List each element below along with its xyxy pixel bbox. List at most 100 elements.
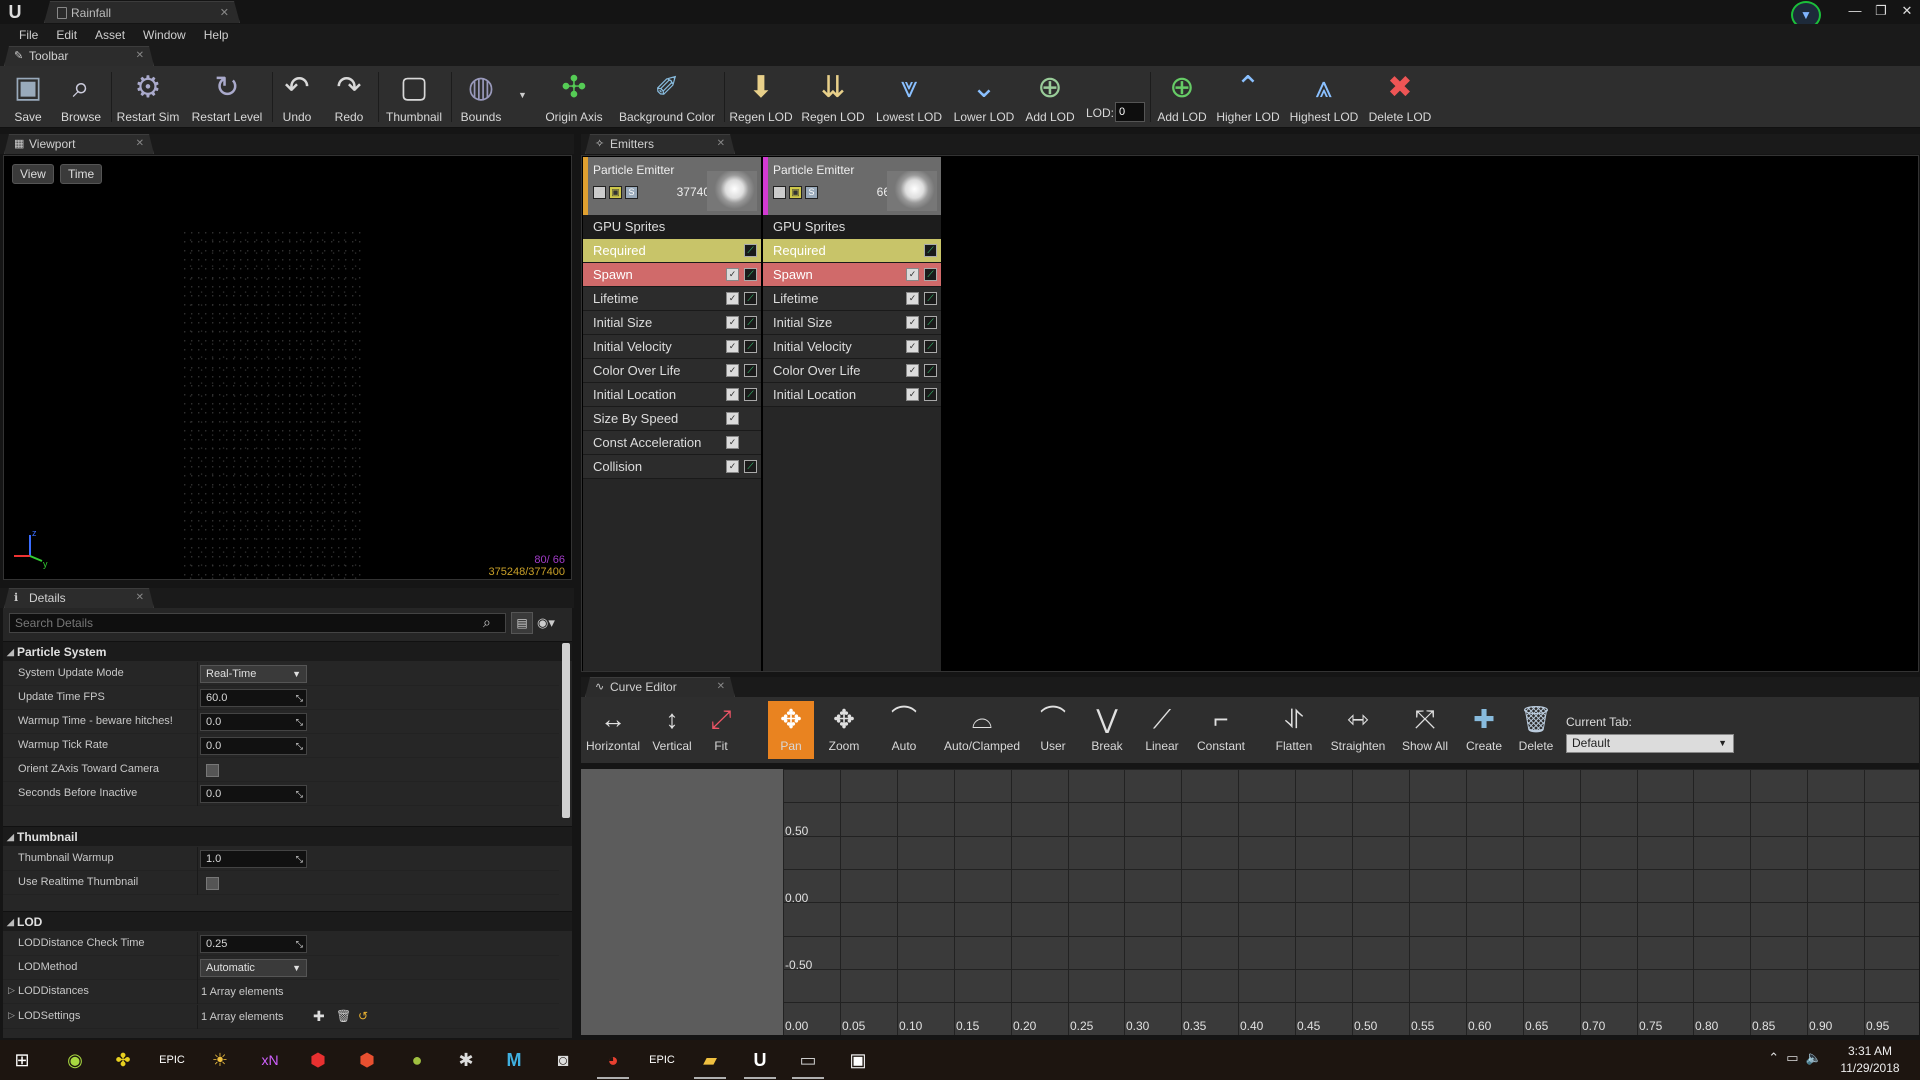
fit-button[interactable]: ⤢ Fit [701,701,741,759]
add-element-icon[interactable]: ✚ [313,1008,325,1025]
emitter-enable-checkbox[interactable]: ✓ [593,186,606,199]
view-options-eye-icon[interactable]: ◉▾ [537,612,569,634]
module-row[interactable]: Lifetime ✓ ⟋ [583,287,761,311]
delete-button[interactable]: 🗑 Delete [1513,701,1559,759]
module-enable-checkbox[interactable]: ✓ [726,436,739,449]
app-figure-icon[interactable]: ✱ [446,1045,486,1075]
emitter-enable-checkbox[interactable]: ✓ [773,186,786,199]
thumbnail-button[interactable]: ▢ Thumbnail [382,68,446,126]
module-enable-checkbox[interactable]: ✓ [726,460,739,473]
expand-arrow-icon[interactable]: ▷ [8,985,15,996]
module-enable-checkbox[interactable]: ✓ [726,268,739,281]
restart-level-button[interactable]: ↻ Restart Level [186,68,268,126]
epic-launcher-icon[interactable]: EPIC [152,1045,192,1075]
break-button[interactable]: ⋁ Break [1085,701,1129,759]
add-lod-button-1[interactable]: ⊕ Add LOD [1022,68,1078,126]
app-xn-icon[interactable]: xN [250,1045,290,1075]
module-curve-icon[interactable]: ⟋ [924,244,937,257]
module-row[interactable]: Initial Size ✓ ⟋ [763,311,941,335]
redo-button[interactable]: ↷ Redo [328,68,370,126]
module-enable-checkbox[interactable]: ✓ [906,316,919,329]
close-icon[interactable]: ✕ [136,589,144,607]
module-curve-icon[interactable]: ⟋ [924,316,937,329]
module-curve-icon[interactable]: ⟋ [924,340,937,353]
module-curve-icon[interactable]: ⟋ [924,388,937,401]
module-curve-icon[interactable]: ⟋ [744,460,757,473]
module-enable-checkbox[interactable]: ✓ [726,364,739,377]
trash-icon[interactable]: 🗑 [336,1009,351,1023]
close-icon[interactable]: ✕ [220,2,229,24]
module-curve-icon[interactable]: ⟋ [744,340,757,353]
module-row[interactable]: Initial Velocity ✓ ⟋ [763,335,941,359]
show-all-button[interactable]: ⤧ Show All [1397,701,1453,759]
menu-window[interactable]: Window [134,24,195,46]
app-window-icon[interactable]: ▭ [788,1045,828,1079]
horizontal-button[interactable]: ↔ Horizontal [583,701,643,759]
photos-icon[interactable]: ▣ [838,1045,878,1075]
emitter-header-1[interactable]: Particle Emitter ✓ ▣ S 37740 [583,157,761,215]
create-button[interactable]: ✚ Create [1461,701,1507,759]
module-row[interactable]: Required ⟋ [583,239,761,263]
category-thumbnail[interactable]: ◢ Thumbnail [3,826,572,846]
close-icon[interactable]: ✕ [717,678,725,696]
tab-curve-editor[interactable]: ∿ Curve Editor ✕ [585,677,735,697]
module-enable-checkbox[interactable]: ✓ [906,364,919,377]
lod-input[interactable]: 0 [1115,102,1145,122]
lower-lod-button[interactable]: ⌄ Lower LOD [950,68,1018,126]
app-camera-icon[interactable]: ◙ [543,1045,583,1075]
add-lod-button-2[interactable]: ⊕ Add LOD [1154,68,1210,126]
view-button[interactable]: View [12,164,54,184]
module-curve-icon[interactable]: ⟋ [744,364,757,377]
delete-lod-button[interactable]: ✖ Delete LOD [1366,68,1434,126]
menu-asset[interactable]: Asset [86,24,134,46]
module-row[interactable]: Const Acceleration ✓ [583,431,761,455]
lod-check-time-input[interactable]: 0.25 ⤡ [200,935,307,953]
app-yellow-icon[interactable]: ✤ [103,1045,143,1075]
windows-start-icon[interactable]: ⊞ [2,1045,42,1075]
browse-button[interactable]: ⌕ Browse [55,68,107,126]
clock[interactable]: 3:31 AM 11/29/2018 [1830,1043,1910,1077]
lowest-lod-button[interactable]: ⩔ Lowest LOD [874,68,944,126]
module-row[interactable]: Size By Speed ✓ [583,407,761,431]
epic-launcher-icon-2[interactable]: EPIC [642,1045,682,1075]
save-button[interactable]: ▣ Save [6,68,50,126]
tab-details[interactable]: ℹ Details ✕ [4,588,154,608]
module-enable-checkbox[interactable]: ✓ [726,412,739,425]
close-icon[interactable]: ✕ [136,47,144,65]
time-button[interactable]: Time [60,164,103,184]
module-row[interactable]: Lifetime ✓ ⟋ [763,287,941,311]
app-orange-icon[interactable]: ⬢ [347,1045,387,1075]
module-curve-icon[interactable]: ⟋ [744,268,757,281]
higher-lod-button[interactable]: ⌃ Higher LOD [1216,68,1280,126]
module-enable-checkbox[interactable]: ✓ [906,292,919,305]
chrome-icon[interactable]: ◕ [593,1045,633,1079]
close-window-button[interactable]: ✕ [1894,0,1920,22]
straighten-button[interactable]: ⇿ Straighten [1325,701,1391,759]
module-row[interactable]: Collision ✓ ⟋ [583,455,761,479]
module-enable-checkbox[interactable]: ✓ [726,292,739,305]
emitter-render-mode-icon[interactable]: ▣ [609,186,622,199]
system-tray[interactable]: ⌃ ▭ 🔈 [1768,1050,1822,1066]
module-curve-icon[interactable]: ⟋ [744,316,757,329]
warmup-time-input[interactable]: 0.0 ⤡ [200,713,307,731]
close-icon[interactable]: ✕ [136,135,144,153]
search-details-input[interactable]: Search Details [9,613,506,633]
module-enable-checkbox[interactable]: ✓ [726,388,739,401]
update-fps-input[interactable]: 60.0 ⤡ [200,689,307,707]
viewport[interactable]: View Time z y 80/ 66 375248/377400 [3,155,572,581]
module-row[interactable]: Spawn ✓ ⟋ [763,263,941,287]
highest-lod-button[interactable]: ⩓ Highest LOD [1288,68,1360,126]
menu-file[interactable]: File [10,24,47,46]
module-curve-icon[interactable]: ⟋ [744,388,757,401]
constant-button[interactable]: ⌐ Constant [1193,701,1249,759]
module-curve-icon[interactable]: ⟋ [744,292,757,305]
tab-viewport[interactable]: ▦ Viewport ✕ [4,134,154,154]
lod-method-combo[interactable]: Automatic ▼ [200,959,307,977]
linear-button[interactable]: ⟋ Linear [1139,701,1185,759]
module-row[interactable]: Initial Size ✓ ⟋ [583,311,761,335]
close-icon[interactable]: ✕ [717,135,725,153]
curve-graph[interactable]: 0.00 0.05 0.10 0.15 0.20 0.25 0.30 0.35 0.40 0.45… [783,769,1919,1035]
vertical-button[interactable]: ↕ Vertical [647,701,697,759]
menu-help[interactable]: Help [195,24,238,46]
category-particle-system[interactable]: ◢ Particle System [3,641,572,661]
